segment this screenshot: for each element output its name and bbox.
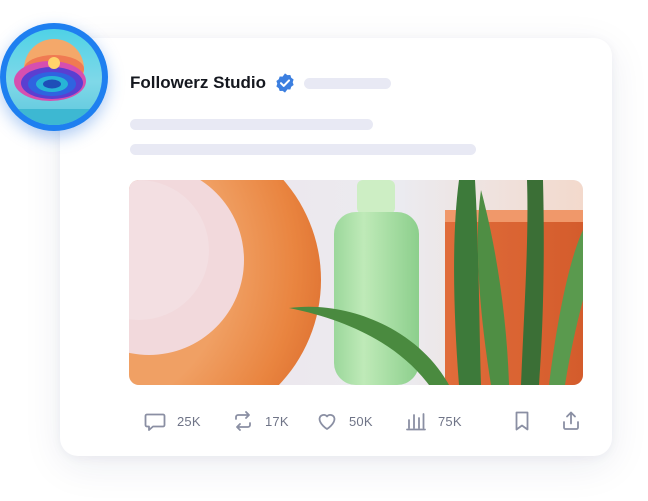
views-count: 75K — [438, 413, 462, 429]
repost-button[interactable]: 17K — [231, 405, 289, 437]
handle-placeholder — [304, 78, 391, 89]
bookmark-icon — [515, 411, 529, 431]
reply-count: 25K — [177, 413, 201, 429]
post-image[interactable] — [129, 180, 583, 385]
share-button[interactable] — [559, 405, 583, 437]
views-button[interactable]: 75K — [404, 405, 462, 437]
like-button[interactable]: 50K — [315, 405, 373, 437]
bookmark-button[interactable] — [510, 405, 534, 437]
comment-icon — [144, 413, 166, 431]
like-count: 50K — [349, 413, 373, 429]
reply-button[interactable]: 25K — [143, 405, 201, 437]
repost-icon — [235, 411, 251, 431]
text-placeholder-line — [130, 119, 373, 130]
bar-chart-icon — [406, 413, 426, 431]
avatar-image — [6, 29, 102, 125]
heart-icon — [318, 414, 336, 430]
author-name[interactable]: Followerz Studio — [130, 73, 266, 93]
text-placeholder-line — [130, 144, 476, 155]
repost-count: 17K — [265, 413, 289, 429]
post-actions: 25K 17K 50K 75K — [0, 405, 648, 437]
share-icon — [563, 411, 579, 430]
avatar[interactable] — [0, 23, 108, 131]
verified-badge-icon — [276, 73, 294, 93]
